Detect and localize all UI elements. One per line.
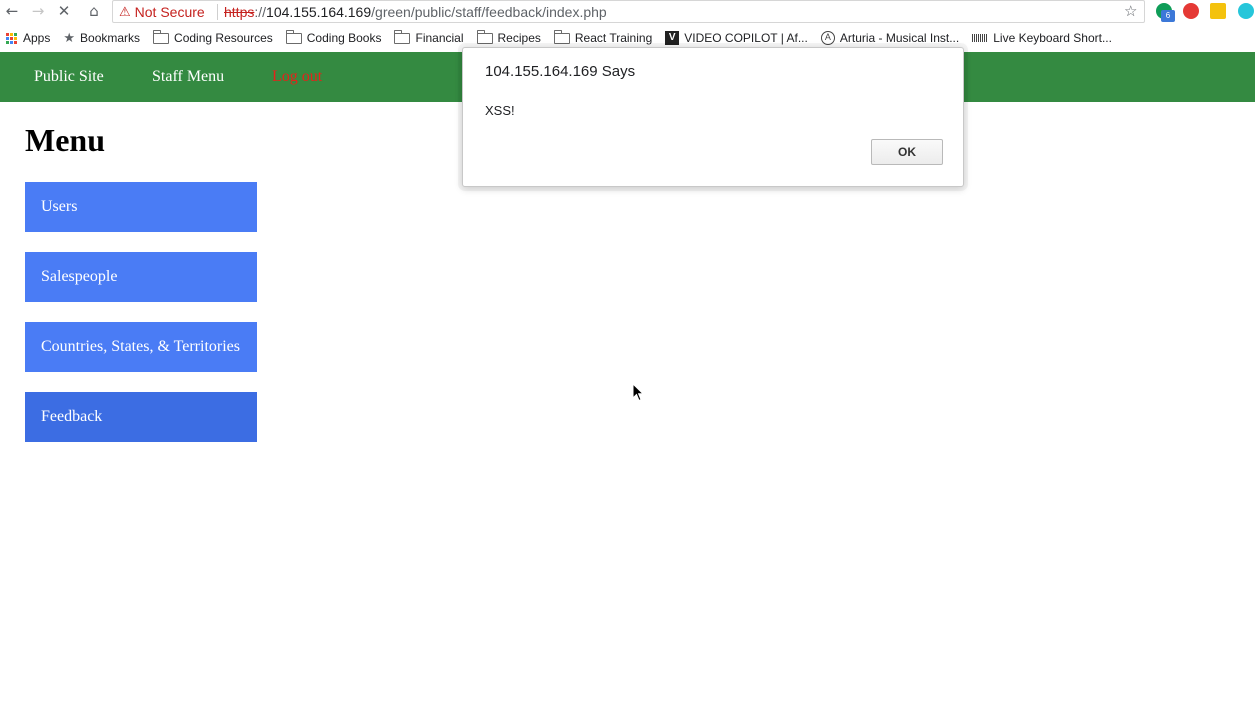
bookmark-bookmarks[interactable]: ★ Bookmarks bbox=[63, 31, 140, 46]
warning-triangle-icon: ⚠ bbox=[119, 4, 131, 20]
barcode-icon bbox=[972, 34, 989, 42]
folder-icon bbox=[476, 29, 493, 44]
bookmark-react-training[interactable]: React Training bbox=[553, 29, 653, 45]
extension-profile-icon[interactable] bbox=[1238, 3, 1254, 19]
url-scheme: https bbox=[224, 4, 255, 20]
bookmark-recipes[interactable]: Recipes bbox=[476, 29, 541, 45]
home-icon[interactable]: ⌂ bbox=[84, 1, 104, 21]
bookmark-coding-resources[interactable]: Coding Resources bbox=[153, 29, 273, 45]
folder-icon bbox=[394, 29, 411, 44]
video-copilot-icon: V bbox=[665, 31, 680, 45]
dialog-message: XSS! bbox=[485, 103, 515, 118]
security-indicator[interactable]: ⚠ Not Secure bbox=[119, 4, 205, 20]
bookmark-label: Coding Resources bbox=[174, 31, 273, 45]
bookmark-label: Arturia - Musical Inst... bbox=[839, 31, 960, 45]
menu-item-feedback[interactable]: Feedback bbox=[25, 392, 257, 442]
browser-toolbar: ← → ✕ ⌂ ⚠ Not Secure https://104.155.164… bbox=[0, 0, 1255, 24]
bookmark-apps[interactable]: Apps bbox=[6, 31, 50, 45]
bookmarks-bar: Apps ★ Bookmarks Coding Resources Coding… bbox=[0, 27, 1255, 49]
url-host: 104.155.164.169 bbox=[266, 4, 372, 20]
folder-icon bbox=[153, 29, 170, 44]
arturia-icon: A bbox=[820, 31, 835, 45]
nav-staff-menu-link[interactable]: Staff Menu bbox=[152, 68, 224, 86]
stop-loading-icon[interactable]: ✕ bbox=[54, 1, 74, 21]
extension-notes-icon[interactable] bbox=[1210, 3, 1226, 19]
bookmark-label: Apps bbox=[23, 31, 51, 45]
folder-icon bbox=[285, 29, 302, 44]
url-text[interactable]: https://104.155.164.169/green/public/sta… bbox=[224, 4, 607, 20]
menu-item-countries-states-territories[interactable]: Countries, States, & Territories bbox=[25, 322, 257, 372]
forward-arrow-icon[interactable]: → bbox=[28, 1, 48, 21]
extension-count-badge: 6 bbox=[1161, 10, 1175, 22]
folder-icon bbox=[553, 29, 570, 44]
url-separator: :// bbox=[254, 4, 267, 20]
security-label: Not Secure bbox=[134, 4, 205, 20]
back-arrow-icon[interactable]: ← bbox=[2, 1, 22, 21]
alert-dialog: 104.155.164.169 Says XSS! OK bbox=[462, 47, 964, 187]
nav-public-site-link[interactable]: Public Site bbox=[34, 68, 104, 86]
nav-log-out-link[interactable]: Log out bbox=[272, 68, 322, 86]
url-path: /green/public/staff/feedback/index.php bbox=[371, 4, 607, 20]
address-divider bbox=[217, 4, 218, 20]
menu-item-users[interactable]: Users bbox=[25, 182, 257, 232]
extension-ublock-icon[interactable] bbox=[1183, 3, 1199, 19]
bookmark-star-icon[interactable]: ☆ bbox=[1124, 2, 1137, 20]
bookmark-coding-books[interactable]: Coding Books bbox=[285, 29, 382, 45]
ok-button[interactable]: OK bbox=[871, 139, 943, 165]
page-title: Menu bbox=[25, 122, 105, 158]
bookmark-label: React Training bbox=[574, 31, 653, 45]
bookmark-label: Bookmarks bbox=[80, 31, 141, 45]
bookmark-financial[interactable]: Financial bbox=[394, 29, 464, 45]
apps-grid-icon bbox=[6, 32, 17, 44]
bookmark-arturia[interactable]: A Arturia - Musical Inst... bbox=[820, 31, 960, 45]
bookmark-label: Live Keyboard Short... bbox=[993, 31, 1112, 45]
address-bar[interactable]: ⚠ Not Secure https://104.155.164.169/gre… bbox=[112, 0, 1145, 23]
bookmark-video-copilot[interactable]: V VIDEO COPILOT | Af... bbox=[665, 31, 808, 45]
bookmark-label: VIDEO COPILOT | Af... bbox=[684, 31, 808, 45]
star-icon: ★ bbox=[63, 30, 76, 46]
dialog-title: 104.155.164.169 Says bbox=[485, 63, 636, 80]
bookmark-label: Financial bbox=[415, 31, 464, 45]
bookmark-label: Coding Books bbox=[306, 31, 382, 45]
mouse-pointer-icon bbox=[632, 383, 644, 402]
bookmark-label: Recipes bbox=[497, 31, 541, 45]
bookmark-live-keyboard[interactable]: Live Keyboard Short... bbox=[972, 31, 1112, 45]
menu-item-salespeople[interactable]: Salespeople bbox=[25, 252, 257, 302]
